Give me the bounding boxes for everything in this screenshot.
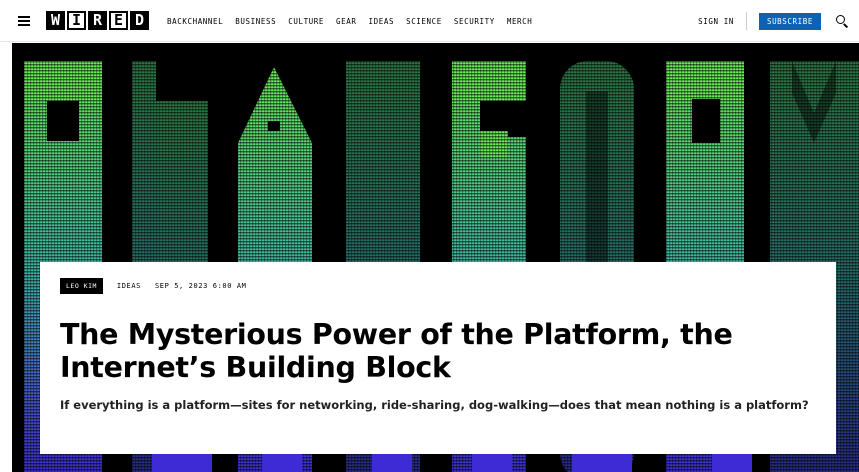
article-meta: LEO KIM IDEAS SEP 5, 2023 6:00 AM [60,278,246,294]
article-headline: The Mysterious Power of the Platform, th… [60,318,733,384]
section-link[interactable]: IDEAS [117,282,141,290]
author-badge[interactable]: LEO KIM [60,278,103,294]
logo-letter-e: E [109,11,128,30]
subscribe-button[interactable]: SUBSCRIBE [758,12,821,30]
nav-link-science[interactable]: SCIENCE [406,17,442,26]
nav-link-gear[interactable]: GEAR [336,17,356,26]
logo-letter-w: W [46,11,65,30]
publish-date: SEP 5, 2023 6:00 AM [154,282,247,290]
wired-logo[interactable]: W I R E D [46,11,149,30]
article-dek: If everything is a platform—sites for ne… [60,398,809,412]
nav-link-culture[interactable]: CULTURE [288,17,324,26]
logo-letter-i: I [67,11,86,30]
nav-link-ideas[interactable]: IDEAS [369,17,395,26]
logo-letter-r: R [88,11,107,30]
article-header-card: LEO KIM IDEAS SEP 5, 2023 6:00 AM The My… [40,262,836,454]
sign-in-link[interactable]: SIGN IN [698,17,734,26]
nav-link-business[interactable]: BUSINESS [235,17,276,26]
top-nav: W I R E D BACKCHANNEL BUSINESS CULTURE G… [0,0,859,42]
logo-letter-d: D [130,11,149,30]
nav-divider [745,12,747,30]
hamburger-menu-icon[interactable] [18,16,30,26]
nav-link-security[interactable]: SECURITY [454,17,495,26]
nav-link-merch[interactable]: MERCH [507,17,533,26]
nav-right: SIGN IN SUBSCRIBE [698,0,859,42]
search-icon[interactable] [835,14,849,28]
nav-link-backchannel[interactable]: BACKCHANNEL [167,17,223,26]
nav-links: BACKCHANNEL BUSINESS CULTURE GEAR IDEAS … [167,17,532,26]
